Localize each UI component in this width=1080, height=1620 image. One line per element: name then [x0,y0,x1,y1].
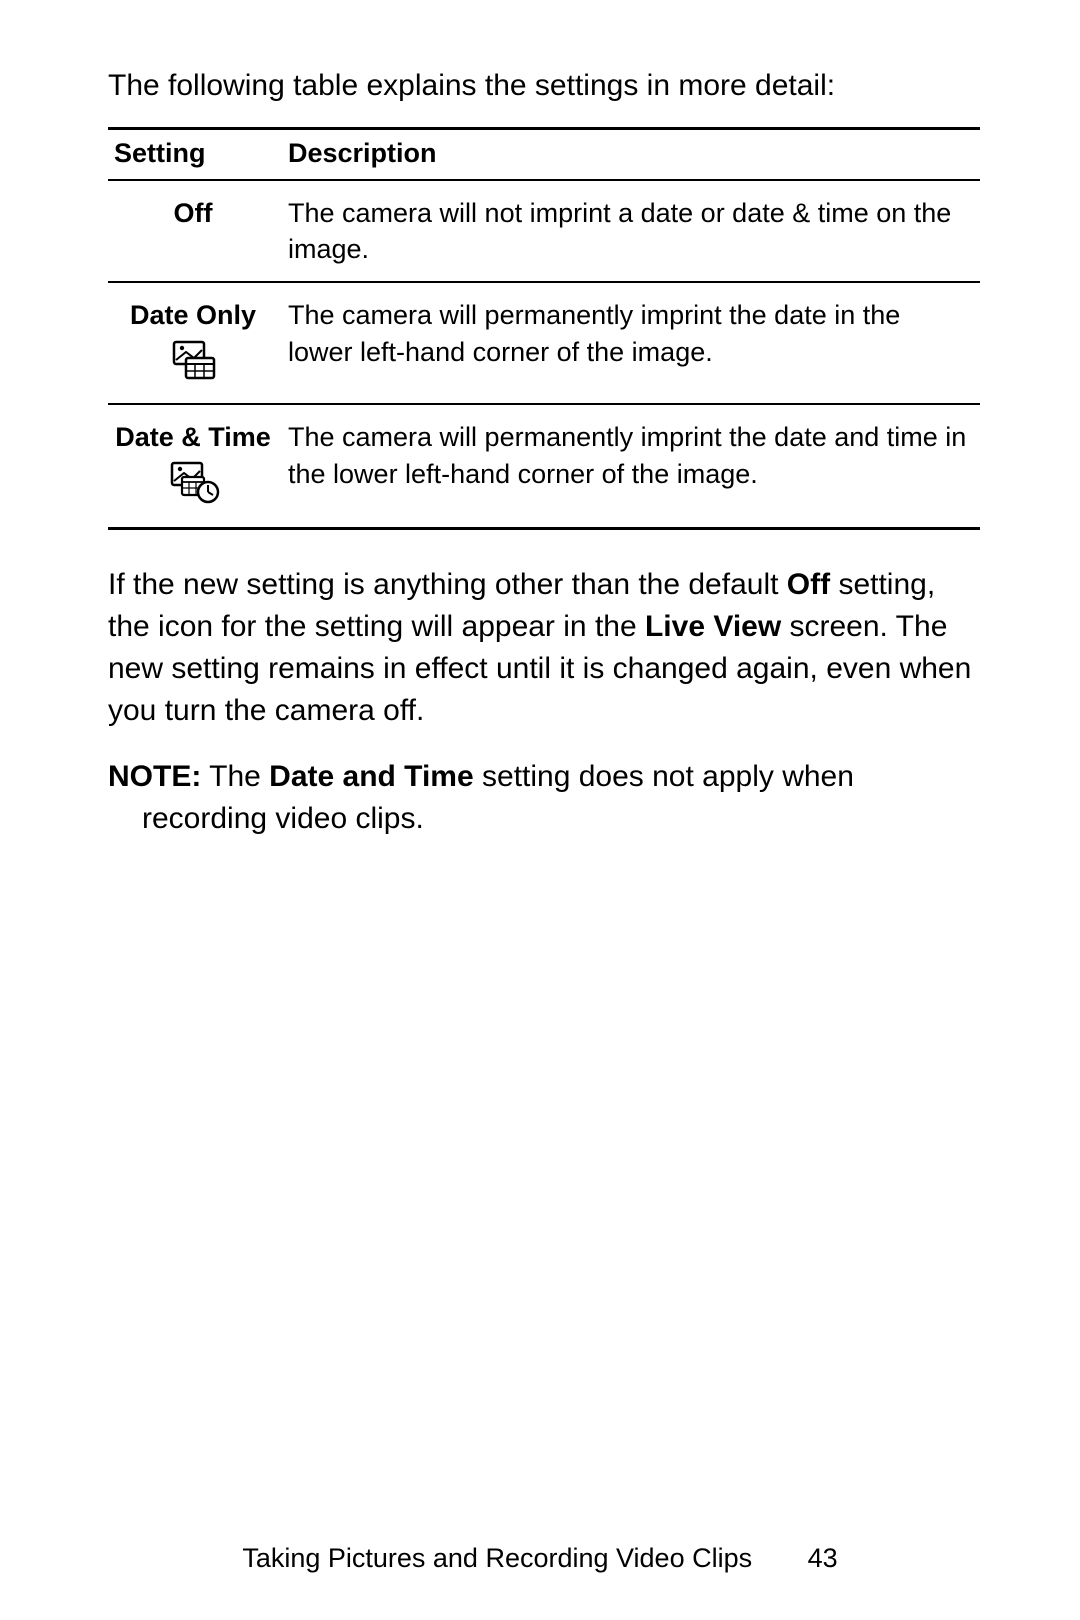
setting-date-only-label: Date Only [108,297,278,333]
page: The following table explains the setting… [0,0,1080,1620]
table-row: Date Only The c [108,282,980,404]
setting-date-only-desc: The camera will permanently imprint the … [288,282,980,404]
col-header-description: Description [288,128,980,180]
setting-off-desc: The camera will not imprint a date or da… [288,180,980,283]
setting-off-label: Off [108,195,278,231]
date-time-icon [168,460,218,513]
date-only-icon [168,338,218,389]
settings-table: Setting Description Off The camera will … [108,127,980,531]
note-paragraph: NOTE: The Date and Time setting does not… [108,756,980,840]
note-text: The [201,760,269,793]
footer-section: Taking Pictures and Recording Video Clip… [242,1543,752,1573]
table-row: Off The camera will not imprint a date o… [108,180,980,283]
footer-page-number: 43 [808,1543,838,1574]
para-text: If the new setting is anything other tha… [108,568,787,601]
para-bold-off: Off [787,568,830,601]
para-bold-liveview: Live View [645,610,781,643]
col-header-setting: Setting [108,128,288,180]
table-row: Date & Time [108,404,980,528]
note-label: NOTE: [108,760,201,793]
page-footer: Taking Pictures and Recording Video Clip… [0,1543,1080,1574]
body-paragraph: If the new setting is anything other tha… [108,564,980,732]
note-bold: Date and Time [269,760,474,793]
intro-text: The following table explains the setting… [108,66,980,107]
setting-date-time-label: Date & Time [108,419,278,455]
setting-date-time-desc: The camera will permanently imprint the … [288,404,980,528]
